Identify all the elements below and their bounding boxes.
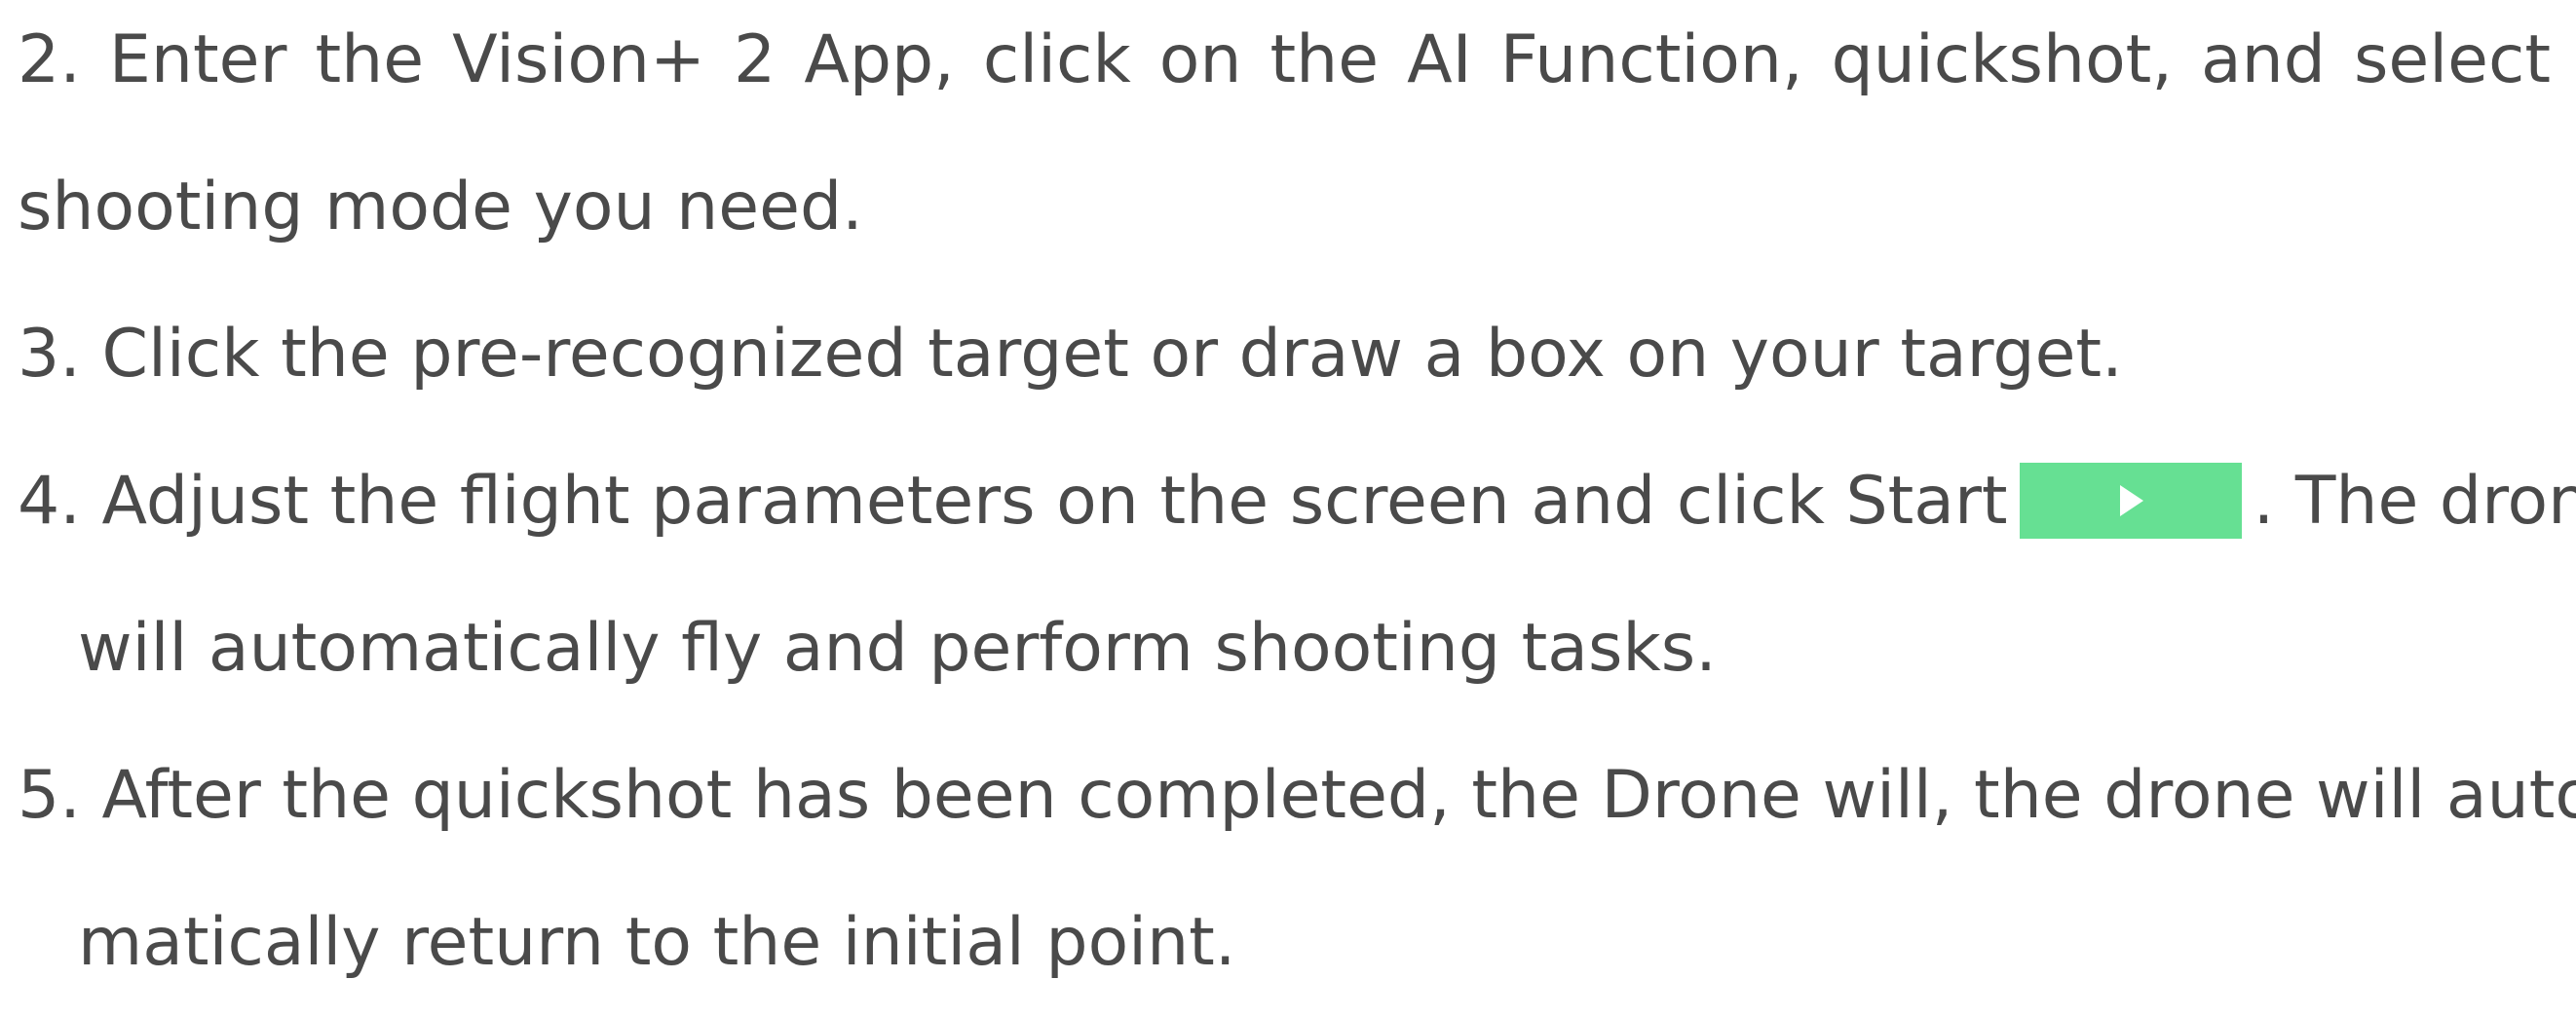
step-3-line-1: 3. Click the pre-recognized target or dr… bbox=[18, 316, 2123, 393]
step-2-line-1: 2. Enter the Vision+ 2 App, click on the… bbox=[18, 21, 2551, 98]
step-5-line-1: 5. After the quickshot has been complete… bbox=[18, 757, 2576, 834]
play-icon bbox=[2119, 485, 2143, 517]
step-4-text-before: 4. Adjust the flight parameters on the s… bbox=[18, 463, 2008, 540]
step-4-line-1: 4. Adjust the flight parameters on the s… bbox=[18, 428, 2576, 576]
start-button[interactable] bbox=[2019, 463, 2242, 540]
step-2-line-2: shooting mode you need. bbox=[18, 169, 863, 245]
step-5-line-2: matically return to the initial point. bbox=[78, 904, 1236, 981]
step-4-line-2: will automatically fly and perform shoot… bbox=[78, 610, 1717, 687]
step-4-text-after: . The drone bbox=[2253, 463, 2576, 540]
